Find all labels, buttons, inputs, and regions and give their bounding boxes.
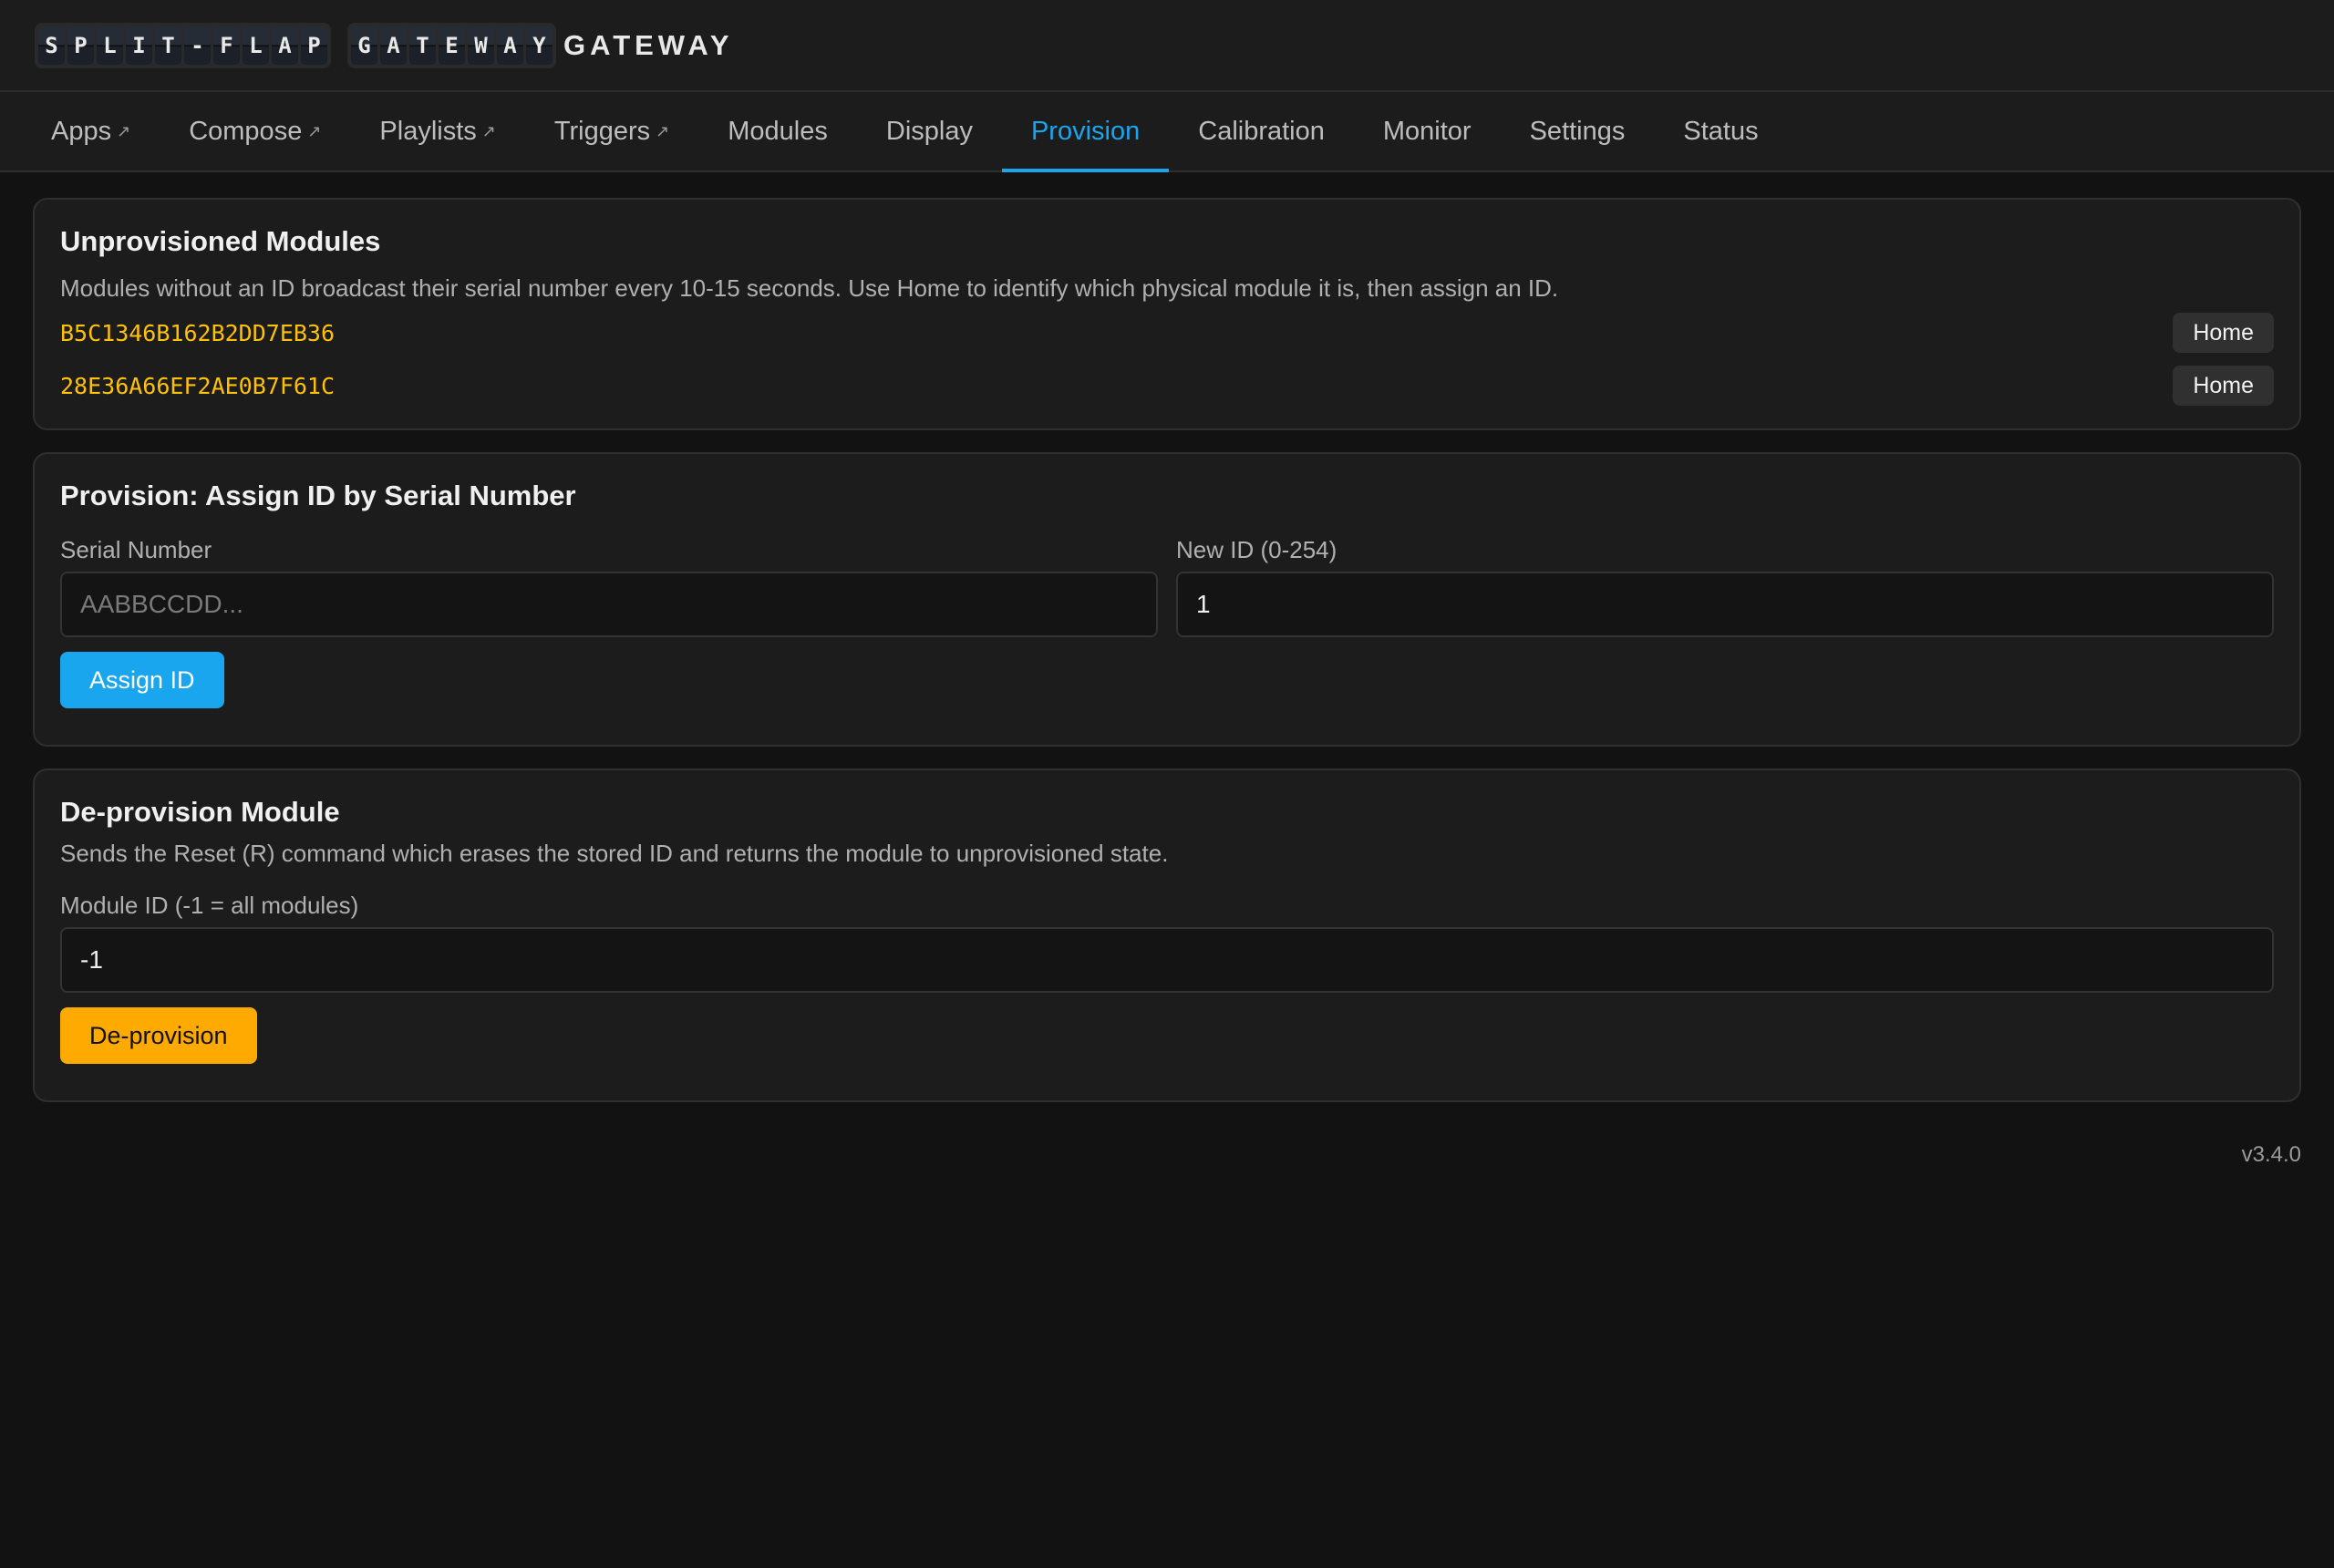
tab-label: Settings: [1529, 116, 1626, 146]
version-label: v3.4.0: [2241, 1142, 2301, 1167]
tab-label: Apps: [51, 116, 112, 146]
logo-flap: F: [213, 26, 240, 65]
serial-number-group: Serial Number: [60, 536, 1158, 637]
new-id-label: New ID (0-254): [1176, 536, 1337, 563]
list-item: B5C1346B162B2DD7EB36 Home: [60, 306, 2274, 359]
logo-flap: E: [439, 26, 465, 65]
tab-compose[interactable]: Compose ↗: [160, 92, 350, 170]
unprovisioned-modules-card: Unprovisioned Modules Modules without an…: [33, 198, 2301, 430]
module-serial: B5C1346B162B2DD7EB36: [60, 319, 336, 346]
logo-flap: P: [301, 26, 327, 65]
home-button[interactable]: Home: [2173, 313, 2274, 353]
logo-flap: G: [351, 26, 377, 65]
provision-card: Provision: Assign ID by Serial Number Se…: [33, 452, 2301, 747]
new-id-group: New ID (0-254): [1176, 536, 2274, 637]
external-link-icon: ↗: [481, 121, 496, 140]
assign-id-button[interactable]: Assign ID: [60, 652, 224, 708]
tab-label: Playlists: [379, 116, 477, 146]
logo-flap: I: [126, 26, 152, 65]
logo-flap: T: [409, 26, 436, 65]
tab-monitor[interactable]: Monitor: [1354, 92, 1501, 170]
deprovision-button[interactable]: De-provision: [60, 1007, 257, 1064]
logo-word: GATEWAY: [347, 22, 556, 68]
logo-flap: L: [243, 26, 269, 65]
serial-number-input[interactable]: [60, 572, 1158, 637]
tab-settings[interactable]: Settings: [1501, 92, 1655, 170]
tab-display[interactable]: Display: [857, 92, 1002, 170]
deprovision-description: Sends the Reset (R) command which erases…: [60, 840, 1169, 867]
tab-label: Modules: [728, 116, 828, 146]
main-nav: Apps ↗ Compose ↗ Playlists ↗ Triggers ↗ Modules D…: [0, 92, 2334, 172]
home-button[interactable]: Home: [2173, 366, 2274, 406]
logo-flap: A: [272, 26, 298, 65]
logo-flap: P: [67, 26, 94, 65]
brand-title: GATEWAY: [563, 28, 734, 61]
unprovisioned-list: B5C1346B162B2DD7EB36 Home 28E36A66EF2AE0B7…: [60, 306, 2274, 412]
tab-modules[interactable]: Modules: [698, 92, 857, 170]
external-link-icon: ↗: [117, 121, 131, 140]
external-link-icon: ↗: [656, 121, 670, 140]
module-serial: 28E36A66EF2AE0B7F61C: [60, 372, 336, 399]
new-id-input[interactable]: [1176, 572, 2274, 637]
tab-label: Display: [885, 116, 973, 146]
logo-word: SPLIT-FLAP: [35, 22, 331, 68]
list-item: 28E36A66EF2AE0B7F61C Home: [60, 359, 2274, 412]
tab-label: Triggers: [553, 116, 651, 146]
module-id-input[interactable]: [60, 927, 2274, 993]
split-flap-logo: SPLIT-FLAPGATEWAY: [35, 22, 556, 68]
tab-label: Provision: [1030, 116, 1141, 146]
logo-flap: A: [380, 26, 407, 65]
logo-flap: T: [155, 26, 181, 65]
provision-form: Serial Number New ID (0-254): [60, 536, 2274, 637]
logo-flap: W: [468, 26, 494, 65]
tab-calibration[interactable]: Calibration: [1169, 92, 1354, 170]
main-content: Unprovisioned Modules Modules without an…: [0, 172, 2334, 1102]
tab-playlists[interactable]: Playlists ↗: [350, 92, 524, 170]
tab-label: Compose: [189, 116, 303, 146]
logo-flap: -: [184, 26, 211, 65]
serial-number-label: Serial Number: [60, 536, 212, 563]
deprovision-card: De-provision Module Sends the Reset (R) …: [33, 769, 2301, 1102]
logo-flap: A: [497, 26, 523, 65]
tab-apps[interactable]: Apps ↗: [22, 92, 160, 170]
logo-flap: L: [97, 26, 123, 65]
deprovision-title: De-provision Module: [60, 796, 340, 828]
unprovisioned-description: Modules without an ID broadcast their se…: [60, 274, 1559, 302]
tab-label: Monitor: [1382, 116, 1472, 146]
tab-label: Status: [1683, 116, 1759, 146]
logo-flap: Y: [526, 26, 553, 65]
logo-flap: S: [38, 26, 65, 65]
tab-status[interactable]: Status: [1654, 92, 1787, 170]
module-id-label: Module ID (-1 = all modules): [60, 892, 359, 919]
tab-provision[interactable]: Provision: [1001, 92, 1170, 172]
provision-title: Provision: Assign ID by Serial Number: [60, 480, 576, 511]
app-header: SPLIT-FLAPGATEWAY GATEWAY: [0, 0, 2334, 92]
tab-label: Calibration: [1198, 116, 1325, 146]
tab-triggers[interactable]: Triggers ↗: [525, 92, 698, 170]
unprovisioned-title: Unprovisioned Modules: [60, 225, 381, 257]
external-link-icon: ↗: [307, 121, 322, 140]
